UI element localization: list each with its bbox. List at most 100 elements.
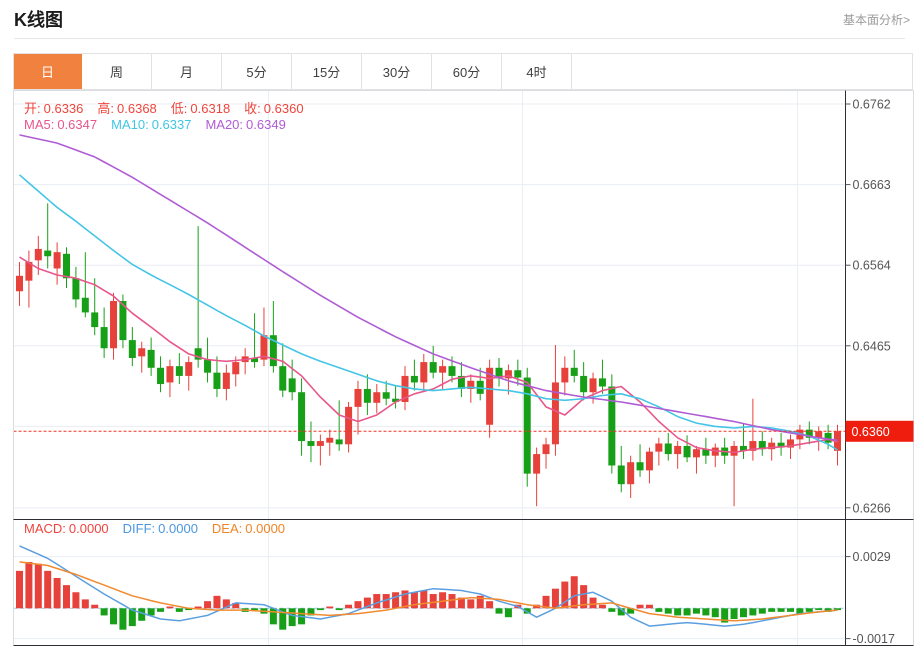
y-axis-label: 0.6564: [853, 259, 891, 273]
macd-label: MACD:: [24, 521, 66, 536]
close-value: 0.6360: [263, 101, 304, 116]
candle-body: [627, 462, 635, 485]
diff-label: DIFF:: [122, 521, 156, 536]
macd-bar: [213, 595, 221, 609]
candle-body: [598, 378, 606, 387]
ma-ma5: MA5: 0.6347: [24, 117, 97, 132]
macd-bar: [175, 608, 183, 612]
candle-body: [448, 366, 456, 376]
candle-body: [63, 253, 71, 279]
candle-body: [580, 375, 588, 393]
ma-line-ma20: [19, 134, 838, 441]
open-label: 开:: [24, 101, 41, 116]
low-value: 0.6318: [190, 101, 231, 116]
ma10-value: 0.6337: [151, 117, 192, 132]
ma-readout: MA5: 0.6347 MA10: 0.6337 MA20: 0.6349: [24, 117, 300, 132]
candle-body: [157, 367, 165, 385]
candle-body: [147, 349, 155, 368]
macd-bar: [16, 570, 23, 609]
candle-body: [523, 377, 531, 474]
high-value: 0.6368: [117, 101, 157, 116]
candle-body: [636, 462, 644, 471]
macd-bar: [683, 608, 691, 616]
ma-line-ma10: [18, 174, 838, 451]
candle-body: [34, 248, 42, 261]
y-axis-label: 0.6663: [853, 178, 891, 192]
ohlc-close: 收: 0.6360: [244, 101, 303, 116]
candle-body: [326, 437, 334, 443]
macd-bar: [100, 608, 108, 616]
macd-bar: [711, 608, 719, 618]
candle-body: [730, 445, 738, 456]
macd-bar: [354, 601, 362, 609]
candle-body: [298, 392, 306, 442]
macd-bar: [335, 608, 343, 611]
macd-readout: MACD: 0.0000 DIFF: 0.0000 DEA: 0.0000: [24, 521, 299, 536]
macd-bar: [777, 608, 785, 612]
macd-bar: [589, 597, 597, 609]
y-axis-label: -0.0017: [853, 632, 895, 646]
ma5-label: MA5:: [24, 117, 55, 132]
macd-bar: [345, 604, 353, 609]
macd-bar: [373, 594, 381, 609]
candle-body: [354, 388, 362, 407]
y-axis-label: 0.6762: [853, 98, 891, 112]
candle-body: [72, 278, 80, 300]
macd-bar: [608, 608, 616, 612]
candle-body: [128, 340, 136, 359]
macd-bar: [551, 588, 559, 609]
ma-ma10: MA10: 0.6337: [111, 117, 191, 132]
macd-bar: [91, 604, 99, 609]
ma5-value: 0.6347: [57, 117, 98, 132]
candle-body: [345, 406, 353, 445]
candle-body: [655, 443, 663, 452]
candle-body: [81, 297, 89, 313]
macd-bar: [805, 608, 813, 612]
macd-bar: [815, 608, 823, 611]
candle-body: [185, 362, 193, 376]
ohlc-open: 开: 0.6336: [24, 101, 83, 116]
macd-bar: [570, 576, 578, 609]
macd-bar: [504, 608, 512, 618]
candle-body: [288, 378, 296, 393]
ma10-label: MA10:: [111, 117, 149, 132]
macd-bar: [392, 592, 400, 609]
macd-bar: [730, 608, 738, 619]
macd-bar: [63, 585, 71, 609]
macd-bar: [486, 601, 494, 609]
macd-bar: [467, 599, 475, 609]
current-price-tag-label: 0.6360: [852, 425, 890, 439]
candle-body: [91, 312, 99, 328]
macd-bar: [81, 599, 89, 609]
candle-body: [373, 392, 381, 403]
macd-bar: [674, 608, 682, 616]
macd-bar: [53, 577, 61, 609]
y-axis-label: 0.6266: [853, 501, 891, 515]
ohlc-high: 高: 0.6368: [97, 101, 156, 116]
ma20-value: 0.6349: [246, 117, 286, 132]
candle-body: [363, 388, 371, 403]
macd-bar: [429, 594, 437, 609]
ohlc-readout: 开: 0.6336 高: 0.6368 低: 0.6318 收: 0.6360: [24, 98, 318, 117]
close-label: 收:: [244, 101, 261, 116]
candle-body: [420, 362, 428, 383]
candle-body: [533, 454, 541, 474]
candle-body: [138, 348, 146, 357]
macd-value: 0.0000: [68, 521, 109, 536]
ohlc-low: 低: 0.6318: [171, 101, 230, 116]
candle-body: [110, 301, 118, 349]
candle-body: [439, 366, 447, 373]
candle-body: [617, 465, 625, 485]
ma-ma20: MA20: 0.6349: [205, 117, 285, 132]
y-axis-label: 0.0029: [853, 550, 891, 564]
macd-bar: [702, 608, 710, 616]
macd-bar: [739, 608, 747, 618]
macd-bar: [316, 608, 324, 611]
candle-body: [44, 250, 52, 257]
candle-body: [589, 378, 597, 393]
candle-body: [674, 445, 682, 455]
dea-value: 0.0000: [245, 521, 286, 536]
ma20-label: MA20:: [205, 117, 244, 132]
macd-bar: [269, 608, 277, 625]
macd-bar: [786, 608, 794, 612]
